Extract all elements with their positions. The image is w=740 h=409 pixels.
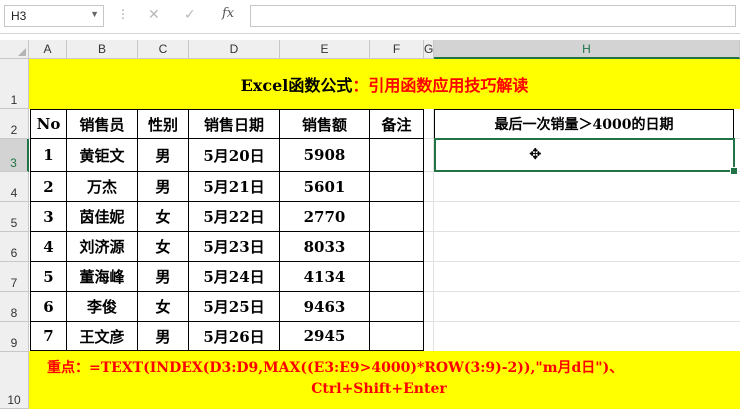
table-header-salesperson[interactable]: 销售员 [67, 109, 138, 139]
table-cell-salesperson[interactable]: 万杰 [67, 172, 138, 202]
name-box[interactable]: H3 ▼ [4, 5, 104, 27]
table-header-remark[interactable]: 备注 [370, 109, 424, 139]
table-cell-remark[interactable] [370, 232, 424, 262]
column-header-b[interactable]: B [67, 40, 138, 59]
select-all-button[interactable] [0, 40, 29, 59]
resize-handle-icon[interactable]: ⋮ [117, 7, 129, 21]
table-cell-no[interactable]: 5 [30, 262, 67, 292]
row-header-6[interactable]: 6 [0, 232, 29, 262]
fill-handle[interactable] [730, 167, 738, 175]
table-cell-gender[interactable]: 女 [138, 202, 189, 232]
column-header-g[interactable]: G [424, 40, 434, 59]
title-suffix: ：引用函数应用技巧解读 [352, 76, 529, 95]
cancel-icon[interactable]: ✕ [148, 6, 160, 23]
table-cell-salesperson[interactable]: 王文彦 [67, 322, 138, 351]
table-cell-sale-date[interactable]: 5月25日 [189, 292, 280, 322]
table-cell-sale-date[interactable]: 5月24日 [189, 262, 280, 292]
row-header-10[interactable]: 10 [0, 352, 29, 409]
column-header-d[interactable]: D [189, 40, 280, 59]
column-header-f[interactable]: F [370, 40, 424, 59]
table-cell-salesperson[interactable]: 董海峰 [67, 262, 138, 292]
result-header[interactable]: 最后一次销量＞4000的日期 [434, 109, 734, 139]
table-cell-sale-date[interactable]: 5月20日 [189, 139, 280, 172]
table-cell-remark[interactable] [370, 172, 424, 202]
table-cell-sales-amount[interactable]: 5601 [280, 172, 370, 202]
row-header-5[interactable]: 5 [0, 202, 29, 232]
table-header-sales-amount[interactable]: 销售额 [280, 109, 370, 139]
formula-bar: H3 ▼ ⋮ ✕ ✓ fx [0, 0, 740, 34]
table-cell-gender[interactable]: 男 [138, 139, 189, 172]
active-cell-border [434, 138, 735, 172]
table-cell-salesperson[interactable]: 刘济源 [67, 232, 138, 262]
formula-input[interactable] [250, 5, 736, 27]
table-cell-sales-amount[interactable]: 4134 [280, 262, 370, 292]
table-cell-no[interactable]: 4 [30, 232, 67, 262]
table-header-gender[interactable]: 性别 [138, 109, 189, 139]
table-cell-no[interactable]: 1 [30, 139, 67, 172]
table-header-no[interactable]: No [30, 109, 67, 139]
row-header-8[interactable]: 8 [0, 292, 29, 322]
table-cell-remark[interactable] [370, 139, 424, 172]
table-cell-sale-date[interactable]: 5月23日 [189, 232, 280, 262]
table-cell-no[interactable]: 7 [30, 322, 67, 351]
row-header-9[interactable]: 9 [0, 322, 29, 352]
table-cell-sales-amount[interactable]: 2770 [280, 202, 370, 232]
name-box-value: H3 [11, 9, 27, 23]
column-header-e[interactable]: E [280, 40, 370, 59]
worksheet-grid[interactable]: Excel函数公式 ：引用函数应用技巧解读 重点：=TEXT(INDEX(D3:D… [29, 59, 740, 409]
table-header-sale-date[interactable]: 销售日期 [189, 109, 280, 139]
row-header-1[interactable]: 1 [0, 59, 29, 109]
row-header-3[interactable]: 3 [0, 139, 29, 172]
table-cell-gender[interactable]: 男 [138, 262, 189, 292]
table-cell-no[interactable]: 2 [30, 172, 67, 202]
table-cell-remark[interactable] [370, 262, 424, 292]
table-cell-sale-date[interactable]: 5月22日 [189, 202, 280, 232]
column-header-h[interactable]: H [434, 40, 740, 59]
column-header-c[interactable]: C [138, 40, 189, 59]
table-cell-sales-amount[interactable]: 5908 [280, 139, 370, 172]
plus-cursor-icon: ✥ [529, 145, 542, 163]
insert-function-icon[interactable]: fx [222, 6, 234, 21]
table-cell-salesperson[interactable]: 茵佳妮 [67, 202, 138, 232]
table-cell-remark[interactable] [370, 202, 424, 232]
select-all-icon [18, 48, 26, 56]
row-header-2[interactable]: 2 [0, 109, 29, 139]
table-cell-sales-amount[interactable]: 8033 [280, 232, 370, 262]
column-header-a[interactable]: A [29, 40, 67, 59]
table-cell-sales-amount[interactable]: 2945 [280, 322, 370, 351]
table-cell-sales-amount[interactable]: 9463 [280, 292, 370, 322]
table-cell-remark[interactable] [370, 322, 424, 351]
table-cell-no[interactable]: 3 [30, 202, 67, 232]
row-header-4[interactable]: 4 [0, 172, 29, 202]
title-prefix: Excel函数公式 [240, 76, 353, 95]
table-cell-gender[interactable]: 女 [138, 292, 189, 322]
enter-icon[interactable]: ✓ [184, 6, 196, 23]
chevron-down-icon[interactable]: ▼ [90, 9, 99, 19]
formula-note: 重点：=TEXT(INDEX(D3:D9,MAX((E3:E9>4000)*RO… [29, 351, 740, 409]
formula-note-line2: Ctrl+Shift+Enter [311, 381, 447, 397]
table-cell-gender[interactable]: 男 [138, 322, 189, 351]
row-header-7[interactable]: 7 [0, 262, 29, 292]
table-cell-no[interactable]: 6 [30, 292, 67, 322]
formula-note-line1: 重点：=TEXT(INDEX(D3:D9,MAX((E3:E9>4000)*RO… [47, 360, 624, 376]
sheet-title: Excel函数公式 ：引用函数应用技巧解读 [29, 59, 740, 109]
table-cell-sale-date[interactable]: 5月21日 [189, 172, 280, 202]
table-cell-salesperson[interactable]: 李俊 [67, 292, 138, 322]
table-cell-salesperson[interactable]: 黄钜文 [67, 139, 138, 172]
table-cell-gender[interactable]: 女 [138, 232, 189, 262]
table-cell-sale-date[interactable]: 5月26日 [189, 322, 280, 351]
table-cell-gender[interactable]: 男 [138, 172, 189, 202]
table-cell-remark[interactable] [370, 292, 424, 322]
